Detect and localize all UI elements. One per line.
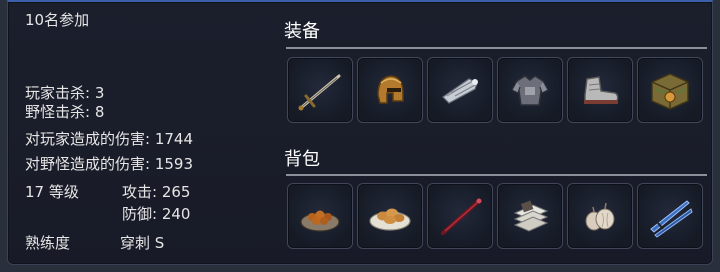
backpack-slot-6[interactable]	[637, 183, 703, 249]
backpack-slot-4[interactable]	[497, 183, 563, 249]
bread-plate-icon	[369, 208, 411, 231]
equipment-title: 装备	[284, 21, 320, 42]
backpack-divider	[286, 174, 707, 176]
boots-icon	[584, 76, 619, 104]
red-staff-icon	[441, 198, 482, 235]
backpack-slot-2[interactable]	[357, 183, 423, 249]
equipment-slot-5[interactable]	[567, 57, 633, 123]
damage-to-monsters: 对野怪造成的伤害: 1593	[25, 155, 193, 173]
equipment-slot-2[interactable]	[357, 57, 423, 123]
backpack-title: 背包	[284, 149, 320, 170]
attack-stat: 攻击: 265	[122, 183, 191, 201]
damage-to-players: 对玩家造成的伤害: 1744	[25, 130, 193, 148]
equipment-divider	[286, 47, 707, 49]
bowl-of-food-icon	[300, 210, 340, 232]
sword-icon	[298, 74, 341, 111]
backpack-slot-1[interactable]	[287, 183, 353, 249]
equipment-slot-3[interactable]	[427, 57, 493, 123]
backpack-slot-3[interactable]	[427, 183, 493, 249]
level-text: 17 等级	[25, 183, 79, 201]
backpack-slot-5[interactable]	[567, 183, 633, 249]
gauntlet-icon	[442, 78, 478, 104]
proficiency-label: 熟练度	[25, 234, 71, 252]
paper-stack-icon	[513, 200, 549, 232]
helmet-icon	[377, 75, 404, 104]
twin-blades-icon	[650, 200, 693, 238]
rank-text: 10名参加	[25, 11, 90, 29]
equipment-slot-1[interactable]	[287, 57, 353, 123]
player-kills: 玩家击杀: 3	[25, 84, 105, 102]
garlic-icon	[585, 202, 615, 231]
proficiency-value: 穿刺 S	[120, 234, 165, 252]
player-stats-panel: 10名参加 玩家击杀: 3 野怪击杀: 8 对玩家造成的伤害: 1744 对野怪…	[7, 0, 713, 265]
defense-stat: 防御: 240	[122, 205, 191, 223]
armor-icon	[511, 75, 549, 106]
crate-icon	[651, 73, 689, 110]
equipment-slot-6[interactable]	[637, 57, 703, 123]
equipment-slot-4[interactable]	[497, 57, 563, 123]
monster-kills: 野怪击杀: 8	[25, 103, 105, 121]
